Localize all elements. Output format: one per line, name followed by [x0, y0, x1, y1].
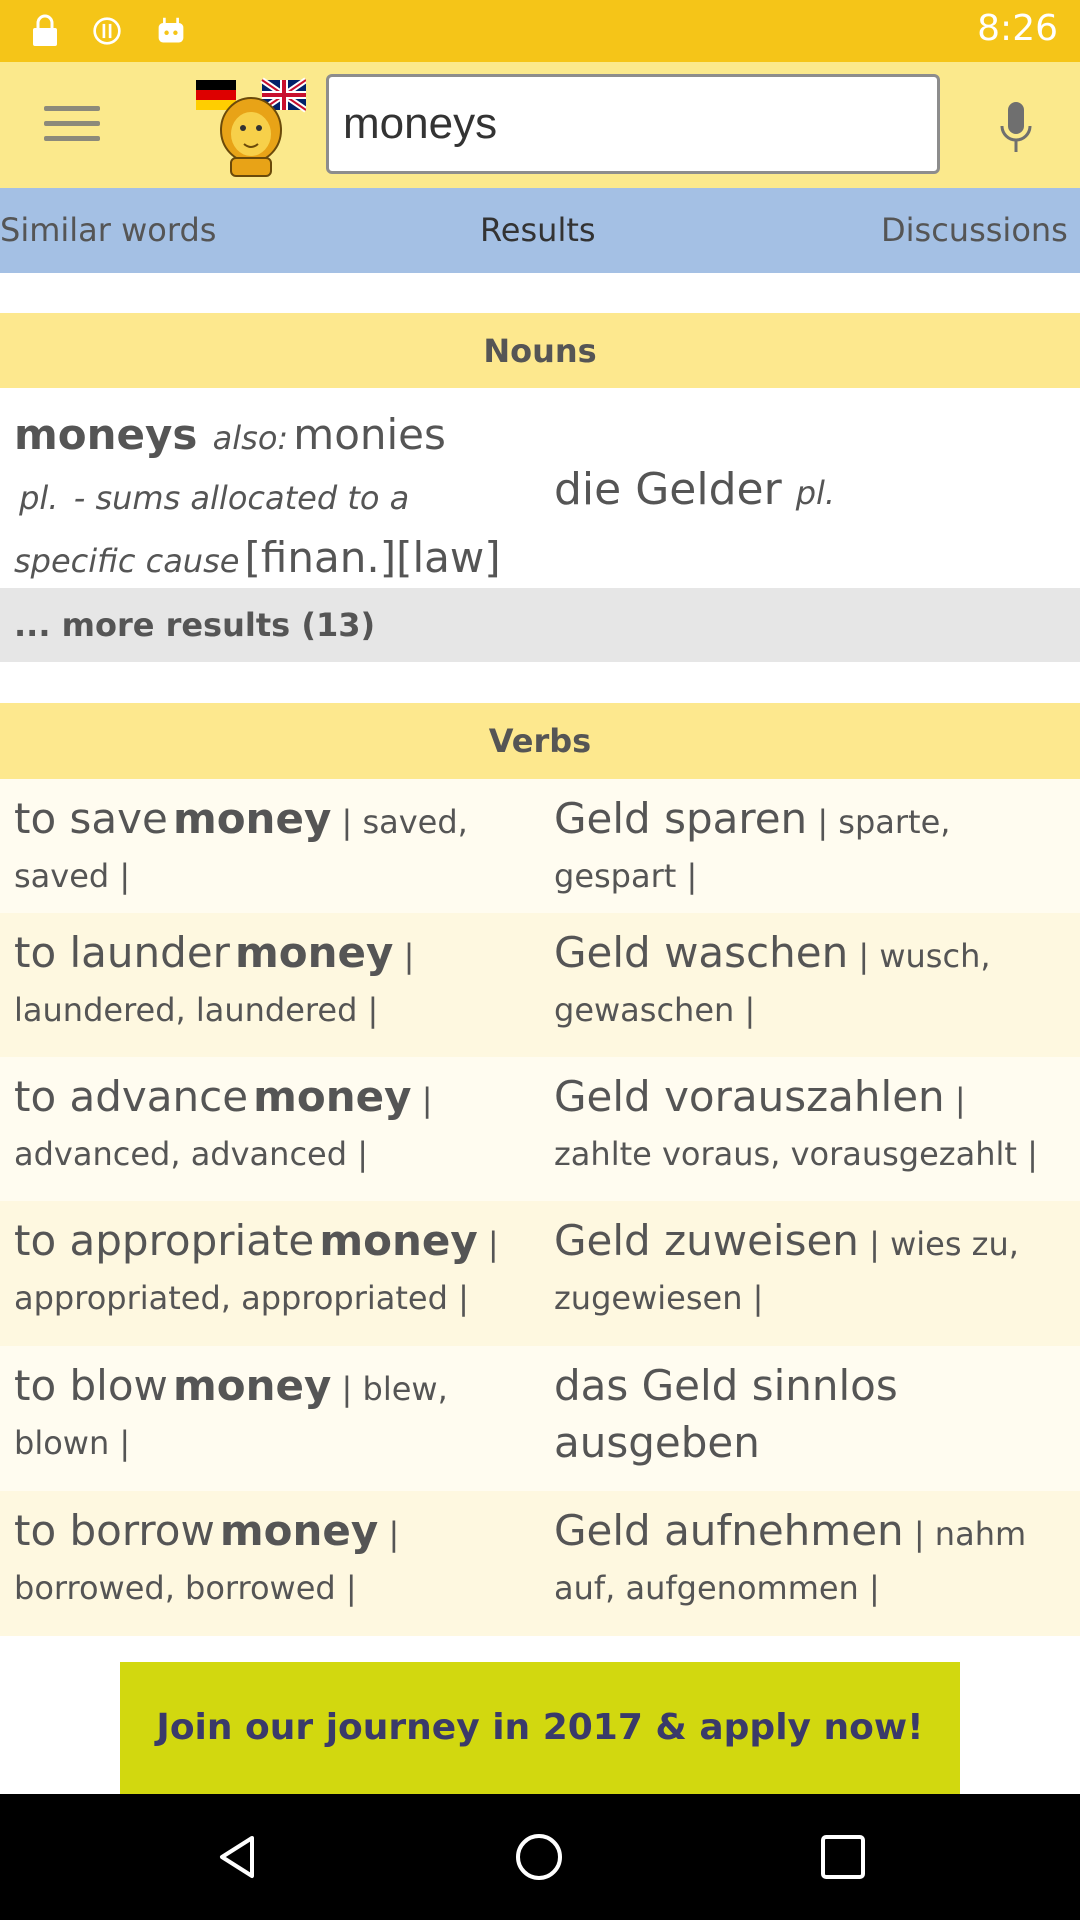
noun-term: moneys — [14, 410, 198, 459]
verb-row-launder[interactable]: to launder money | laundered, laundered … — [0, 913, 1080, 1057]
verb-keyword: money — [253, 1072, 412, 1121]
noun-entry[interactable]: moneys also: monies pl. - sums allocated… — [0, 388, 1080, 586]
verb-german: Geld waschen | wusch, gewaschen | — [554, 929, 1064, 1040]
verb-phrase: to appropriate — [14, 1216, 315, 1265]
verb-german: das Geld sinnlos ausgeben — [554, 1362, 1064, 1476]
verb-phrase: to blow — [14, 1361, 168, 1410]
verb-keyword: money — [172, 1361, 332, 1410]
ad-banner[interactable]: Join our journey in 2017 & apply now! — [120, 1662, 960, 1794]
leo-lion-logo — [196, 77, 306, 177]
verb-keyword: money — [319, 1216, 478, 1265]
verb-translation: Geld aufnehmen — [554, 1506, 904, 1555]
verb-translation: Geld vorauszahlen — [554, 1072, 945, 1121]
clock: 8:26 — [977, 8, 1058, 49]
lock-icon — [33, 14, 57, 46]
verb-german: Geld zuweisen | wies zu, zugewiesen | — [554, 1217, 1064, 1328]
verb-german: Geld aufnehmen | nahm auf, aufgenommen | — [554, 1507, 1064, 1618]
tab-results[interactable]: Results — [480, 188, 596, 273]
app-bar — [0, 62, 1080, 188]
verb-english: to blow money | blew, blown | — [14, 1362, 534, 1473]
verb-keyword: money — [172, 794, 332, 843]
plural-label: pl. — [19, 479, 59, 517]
verbs-header: Verbs — [0, 703, 1080, 779]
back-icon[interactable] — [212, 1832, 262, 1882]
verb-translation: Geld sparen — [554, 794, 808, 843]
alert-icon — [93, 17, 121, 45]
search-input[interactable] — [329, 77, 937, 171]
android-icon — [158, 17, 184, 43]
tab-discussions[interactable]: Discussions — [881, 188, 1068, 273]
verb-row-borrow[interactable]: to borrow money | borrowed, borrowed | G… — [0, 1491, 1080, 1636]
microphone-icon[interactable] — [996, 98, 1036, 158]
verb-translation: Geld zuweisen — [554, 1216, 859, 1265]
verb-phrase: to borrow — [14, 1506, 215, 1555]
verb-german: Geld vorauszahlen | zahlte voraus, vorau… — [554, 1073, 1064, 1184]
verb-phrase: to launder — [14, 928, 230, 977]
noun-german: die Gelder pl. — [554, 464, 835, 515]
verb-english: to save money | saved, saved | — [14, 795, 534, 906]
verb-keyword: money — [235, 928, 394, 977]
verb-english: to borrow money | borrowed, borrowed | — [14, 1507, 534, 1618]
status-bar: 8:26 — [0, 0, 1080, 62]
verb-english: to advance money | advanced, advanced | — [14, 1073, 534, 1184]
verb-phrase: to save — [14, 794, 168, 843]
navigation-bar — [0, 1794, 1080, 1920]
recents-icon[interactable] — [818, 1832, 868, 1882]
verb-translation: das Geld sinnlos ausgeben — [554, 1361, 898, 1467]
noun-english: moneys also: monies pl. - sums allocated… — [14, 408, 534, 594]
verb-row-save[interactable]: to save money | saved, saved | Geld spar… — [0, 779, 1080, 913]
hamburger-menu-icon[interactable] — [44, 106, 100, 146]
tab-bar: Similar words Results Discussions — [0, 188, 1080, 273]
noun-tags: [finan.][law] — [244, 533, 501, 582]
also-label: also: — [212, 419, 289, 457]
verb-keyword: money — [219, 1506, 379, 1555]
verb-translation: Geld waschen — [554, 928, 849, 977]
also-term: monies — [293, 410, 446, 459]
search-box[interactable] — [326, 74, 940, 174]
tab-similar-words[interactable]: Similar words — [0, 188, 216, 273]
translation-plural-label: pl. — [795, 474, 836, 512]
noun-translation: die Gelder — [554, 464, 782, 515]
more-results-link[interactable]: ... more results (13) — [0, 588, 1080, 662]
verb-english: to appropriate money | appropriated, app… — [14, 1217, 534, 1328]
home-icon[interactable] — [514, 1832, 564, 1882]
nouns-header: Nouns — [0, 313, 1080, 389]
verb-english: to launder money | laundered, laundered … — [14, 929, 534, 1040]
verb-row-blow[interactable]: to blow money | blew, blown | das Geld s… — [0, 1346, 1080, 1491]
verb-row-appropriate[interactable]: to appropriate money | appropriated, app… — [0, 1201, 1080, 1346]
verb-row-advance[interactable]: to advance money | advanced, advanced | … — [0, 1057, 1080, 1201]
verb-german: Geld sparen | sparte, gespart | — [554, 795, 1064, 906]
verb-phrase: to advance — [14, 1072, 249, 1121]
